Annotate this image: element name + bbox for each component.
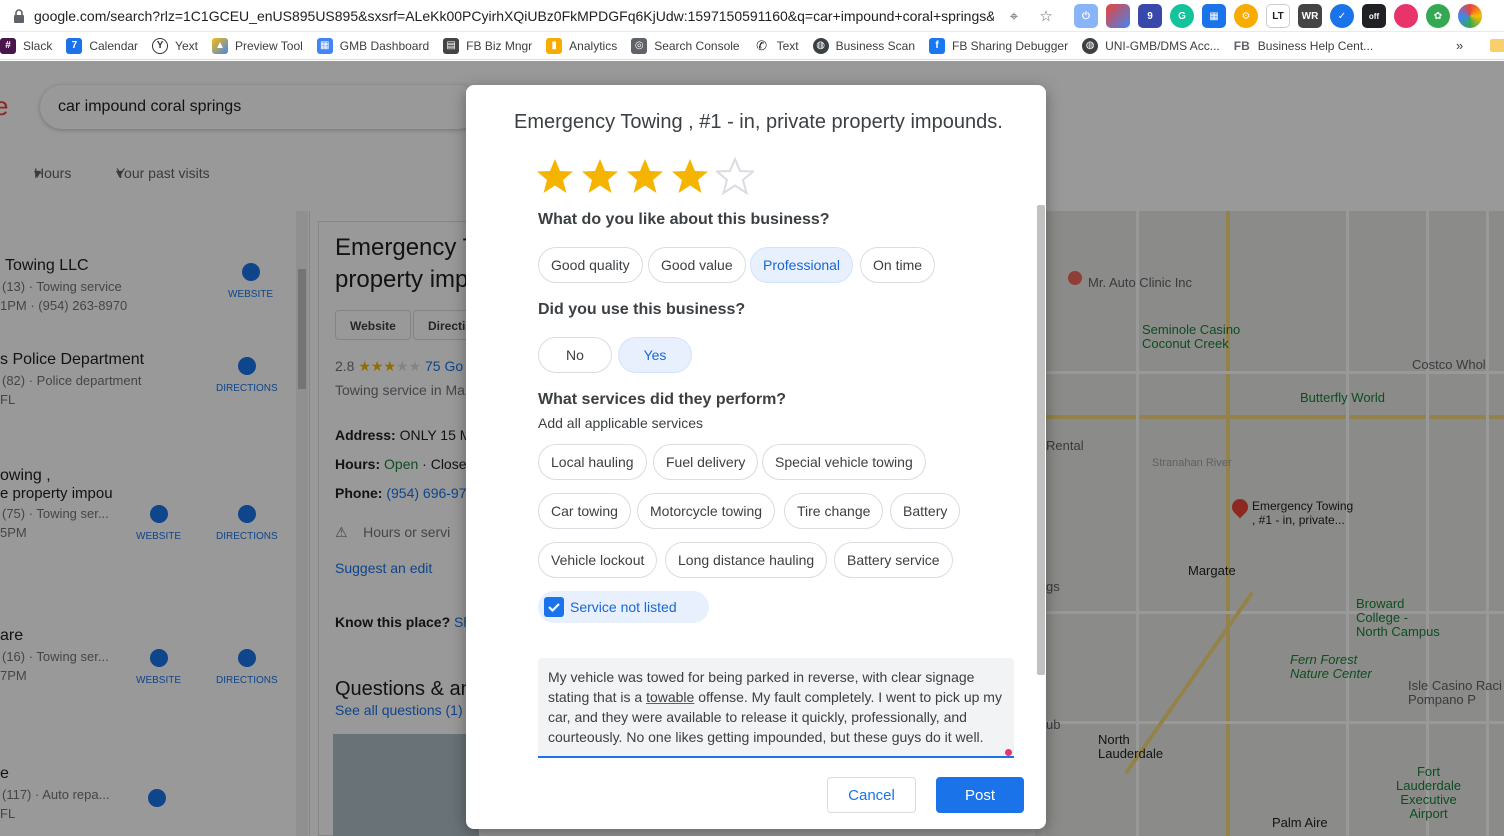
question-likes: What do you like about this business? bbox=[538, 211, 830, 228]
chip-car-towing[interactable]: Car towing bbox=[538, 493, 631, 529]
circle-extension-icon[interactable] bbox=[1394, 4, 1418, 28]
question-services: What services did they perform? bbox=[538, 391, 787, 408]
globe-icon: ◍ bbox=[1082, 37, 1099, 54]
grammarly-icon[interactable]: G bbox=[1170, 4, 1194, 28]
bookmark-fb-biz[interactable]: ▤ FB Biz Mngr bbox=[443, 37, 532, 54]
slack-icon: # bbox=[0, 37, 16, 54]
ads-icon: ▲ bbox=[211, 37, 228, 54]
store-extension-icon[interactable]: ▦ bbox=[1202, 4, 1226, 28]
service-not-listed-label: Service not listed bbox=[570, 599, 677, 615]
review-textarea[interactable]: My vehicle was towed for being parked in… bbox=[538, 658, 1014, 758]
facebook-icon: f bbox=[929, 37, 945, 54]
bookmark-yext[interactable]: Y Yext bbox=[152, 37, 198, 54]
bookmark-fb-debugger[interactable]: f FB Sharing Debugger bbox=[929, 37, 1068, 54]
dialog-title: Emergency Towing , #1 - in, private prop… bbox=[514, 111, 1003, 133]
store-icon: ▦ bbox=[316, 37, 333, 54]
star-filled-icon[interactable] bbox=[671, 157, 709, 195]
services-hint: Add all applicable services bbox=[538, 415, 703, 431]
service-not-listed-toggle[interactable]: Service not listed bbox=[538, 591, 709, 623]
bookmark-text[interactable]: ✆ Text bbox=[753, 37, 799, 54]
lt-extension-icon[interactable]: LT bbox=[1266, 4, 1290, 28]
chip-long-distance-hauling[interactable]: Long distance hauling bbox=[665, 542, 828, 578]
chip-motorcycle-towing[interactable]: Motorcycle towing bbox=[637, 493, 776, 529]
chip-professional[interactable]: Professional bbox=[750, 247, 854, 283]
chip-fuel-delivery[interactable]: Fuel delivery bbox=[653, 444, 759, 480]
review-text: My vehicle was towed for being parked in… bbox=[548, 669, 1002, 745]
wr-extension-icon[interactable]: WR bbox=[1298, 4, 1322, 28]
chip-good-value[interactable]: Good value bbox=[648, 247, 746, 283]
fb-text-icon: FB bbox=[1233, 38, 1250, 53]
star-filled-icon[interactable] bbox=[536, 157, 574, 195]
color-extension-icon[interactable] bbox=[1106, 4, 1130, 28]
chip-good-quality[interactable]: Good quality bbox=[538, 247, 643, 283]
cancel-button[interactable]: Cancel bbox=[827, 777, 916, 813]
misspelled-word[interactable]: towable bbox=[646, 689, 694, 705]
chip-vehicle-lockout[interactable]: Vehicle lockout bbox=[538, 542, 658, 578]
check-extension-icon[interactable]: ✓ bbox=[1330, 4, 1354, 28]
bookmark-preview-tool[interactable]: ▲ Preview Tool bbox=[211, 37, 303, 54]
bookmark-business-help[interactable]: FB Business Help Cent... bbox=[1234, 39, 1373, 53]
checkbox-checked-icon[interactable] bbox=[544, 597, 564, 617]
dialog-scrollbar[interactable] bbox=[1036, 205, 1046, 805]
chip-battery[interactable]: Battery bbox=[890, 493, 961, 529]
chip-battery-service[interactable]: Battery service bbox=[834, 542, 953, 578]
power-extension-icon[interactable]: ⏻ bbox=[1074, 4, 1098, 28]
bookmark-star-icon[interactable]: ☆ bbox=[1034, 4, 1058, 28]
leaf-extension-icon[interactable]: ✿ bbox=[1426, 4, 1450, 28]
location-icon[interactable]: ⌖ bbox=[1002, 4, 1026, 28]
chip-special-vehicle-towing[interactable]: Special vehicle towing bbox=[762, 444, 926, 480]
gear-extension-icon[interactable]: ⚙ bbox=[1234, 4, 1258, 28]
analytics-icon: ▮ bbox=[546, 37, 563, 54]
star-filled-icon[interactable] bbox=[626, 157, 664, 195]
post-button[interactable]: Post bbox=[936, 777, 1024, 813]
star-rating bbox=[536, 157, 754, 195]
yext-icon: Y bbox=[152, 37, 169, 54]
off-extension-icon[interactable]: off bbox=[1362, 4, 1386, 28]
phone-icon: ✆ bbox=[753, 37, 770, 54]
bookmark-business-scan[interactable]: ◍ Business Scan bbox=[812, 37, 915, 54]
bookmark-analytics[interactable]: ▮ Analytics bbox=[546, 37, 617, 54]
search-console-icon: ◎ bbox=[631, 37, 648, 54]
question-used: Did you use this business? bbox=[538, 301, 746, 318]
chip-yes[interactable]: Yes bbox=[618, 337, 692, 373]
grammarly-indicator-icon[interactable] bbox=[1005, 749, 1012, 756]
lock-icon[interactable] bbox=[8, 5, 30, 27]
star-empty-icon[interactable] bbox=[716, 157, 754, 195]
chip-on-time[interactable]: On time bbox=[860, 247, 936, 283]
palette-extension-icon[interactable] bbox=[1458, 4, 1482, 28]
chip-tire-change[interactable]: Tire change bbox=[784, 493, 884, 529]
bookmark-uni-gmb[interactable]: ◍ UNI-GMB/DMS Acc... bbox=[1082, 37, 1220, 54]
bookmarks-overflow-button[interactable]: » bbox=[1456, 38, 1463, 53]
star-filled-icon[interactable] bbox=[581, 157, 619, 195]
calendar-icon: 7 bbox=[66, 37, 83, 54]
bookmark-search-console[interactable]: ◎ Search Console bbox=[631, 37, 740, 54]
grid-icon: ▤ bbox=[443, 37, 460, 54]
chip-local-hauling[interactable]: Local hauling bbox=[538, 444, 647, 480]
chip-no[interactable]: No bbox=[538, 337, 612, 373]
review-dialog: Emergency Towing , #1 - in, private prop… bbox=[466, 85, 1046, 829]
globe-icon: ◍ bbox=[812, 37, 829, 54]
bookmarks-bar: # Slack 7 Calendar Y Yext ▲ Preview Tool ▦ GM… bbox=[0, 32, 1504, 60]
folder-icon[interactable] bbox=[1490, 39, 1504, 52]
bookmark-gmb-dashboard[interactable]: ▦ GMB Dashboard bbox=[316, 37, 429, 54]
bookmark-slack[interactable]: # Slack bbox=[0, 37, 52, 54]
bookmark-calendar[interactable]: 7 Calendar bbox=[66, 37, 138, 54]
url-text[interactable]: google.com/search?rlz=1C1GCEU_enUS895US8… bbox=[34, 8, 994, 24]
badge-extension-icon[interactable]: 9 bbox=[1138, 4, 1162, 28]
